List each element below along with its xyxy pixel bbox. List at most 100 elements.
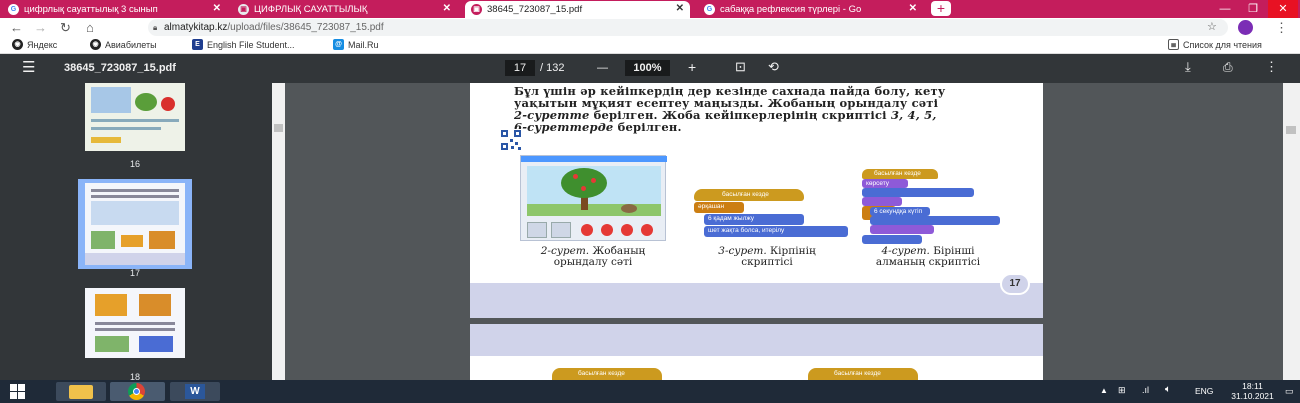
maximize-icon[interactable]: ❐ — [1238, 0, 1268, 18]
pdf-icon: ▣ — [238, 4, 249, 15]
bookmarks-bar: ◉ Яндекс ◉ Авиабилеты E English File Stu… — [0, 37, 1300, 54]
windows-start-icon[interactable] — [10, 384, 26, 399]
script-block: көрсету — [862, 179, 908, 188]
file-explorer-icon[interactable] — [56, 382, 106, 401]
menu-icon[interactable]: ☰ — [22, 58, 35, 76]
tab-pdf[interactable]: ▣ 38645_723087_15.pdf ✕ — [465, 1, 690, 18]
page-number-input[interactable]: 17 — [505, 60, 535, 76]
tab-bar: G цифрлық сауаттылық 3 сынып ✕ ▣ ЦИФРЛЫҚ… — [0, 0, 1300, 18]
google-icon: G — [8, 4, 19, 15]
script-block: басылған кезде — [694, 189, 804, 201]
avatar[interactable] — [1238, 20, 1253, 35]
zoom-out-button[interactable]: — — [597, 62, 608, 74]
page-number-badge: 17 — [1000, 273, 1030, 295]
bookmark-english-file[interactable]: E English File Student... — [192, 39, 295, 50]
forward-arrow-icon[interactable]: → — [34, 19, 47, 36]
star-icon[interactable]: ☆ — [1207, 19, 1217, 36]
hedgehog-script-figure: басылған кезде әрқашан 6 қадам жылжу шет… — [688, 189, 848, 237]
tab-search-2[interactable]: G сабаққа рефлексия түрлері - Go ✕ — [698, 1, 923, 18]
tab-title: 38645_723087_15.pdf — [487, 4, 583, 15]
reading-list[interactable]: ≣ Список для чтения — [1168, 39, 1262, 50]
main-scrollbar[interactable] — [1283, 83, 1300, 380]
script-block: әрқашан — [694, 202, 744, 213]
close-icon[interactable]: ✕ — [443, 3, 451, 14]
download-icon[interactable]: ⤓ — [1185, 59, 1191, 75]
fit-page-icon[interactable]: ⊡ — [735, 59, 746, 75]
block-label: басылған кезде — [578, 370, 625, 377]
main-scrollbar-thumb[interactable] — [1286, 126, 1296, 134]
script-block: 6 секундқа күтіп — [870, 207, 930, 216]
bookmark-yandex[interactable]: ◉ Яндекс — [12, 39, 57, 50]
close-icon[interactable]: ✕ — [676, 3, 684, 14]
script-block: басылған кезде — [862, 169, 938, 179]
figure-4-caption: 4-сурет. Бірінші алманың скриптісі — [848, 246, 1008, 268]
block-label: 6 секундқа күтіп — [874, 208, 923, 215]
page-total: / 132 — [540, 62, 565, 74]
text-fragment: 3, 4, 5, — [890, 108, 937, 122]
reading-list-icon: ≣ — [1168, 39, 1179, 50]
print-icon[interactable]: ⎙ — [1223, 60, 1233, 75]
thumbnail-page-16[interactable] — [85, 83, 185, 151]
mail-icon: @ — [333, 39, 344, 50]
block-label: көрсету — [866, 180, 890, 187]
new-tab-button[interactable]: + — [931, 1, 951, 16]
globe-icon: ◉ — [12, 39, 23, 50]
address-bar[interactable]: 🔒︎ almatykitap.kz/upload/files/38645_723… — [148, 19, 1228, 36]
lock-icon: 🔒︎ — [153, 23, 158, 32]
bookmark-label: English File Student... — [207, 39, 295, 50]
notifications-icon[interactable]: ▭ — [1285, 386, 1294, 397]
apple-script-figure: басылған кезде көрсету 6 секундқа күтіп — [860, 169, 1000, 244]
language-indicator[interactable]: ENG — [1195, 386, 1213, 396]
script-block: 6 қадам жылжу — [704, 214, 804, 225]
script-block — [870, 216, 1000, 225]
signal-icon[interactable]: .ıl — [1142, 385, 1149, 395]
figure-2-caption: 2-сурет. Жобаның орындалу сәті — [520, 246, 666, 268]
volume-icon[interactable]: 🔈︎ — [1165, 384, 1171, 395]
word-icon[interactable]: W — [170, 382, 220, 401]
tab-search-1[interactable]: G цифрлық сауаттылық 3 сынып ✕ — [2, 1, 227, 18]
text-fragment: берілген. — [613, 120, 682, 134]
close-icon[interactable]: ✕ — [909, 3, 917, 14]
bookmark-label: Авиабилеты — [105, 39, 157, 50]
network-icon[interactable]: ⊞ — [1118, 385, 1126, 396]
tab-title: цифрлық сауаттылық 3 сынып — [24, 4, 158, 15]
home-icon[interactable]: ⌂ — [86, 19, 94, 36]
block-label: әрқашан — [698, 203, 725, 210]
google-icon: G — [704, 4, 715, 15]
back-arrow-icon[interactable]: ← — [10, 19, 23, 36]
bookmark-mailru[interactable]: @ Mail.Ru — [333, 39, 379, 50]
rotate-icon[interactable]: ⟲ — [768, 59, 779, 75]
zoom-in-button[interactable]: + — [688, 59, 696, 75]
bookmark-label: Mail.Ru — [348, 39, 379, 50]
english-file-icon: E — [192, 39, 203, 50]
thumbnail-page-17[interactable] — [85, 183, 185, 265]
block-label: басылған кезде — [722, 191, 769, 198]
tab-digital-literacy[interactable]: ▣ ЦИФРЛЫҚ САУАТТЫЛЫҚ ✕ — [232, 1, 457, 18]
tray-expand-icon[interactable]: ▲ — [1100, 386, 1108, 395]
tab-title: ЦИФРЛЫҚ САУАТТЫЛЫҚ — [254, 4, 368, 15]
script-block: шет жақта болса, итерілу — [704, 226, 848, 237]
thumbnail-label: 16 — [129, 159, 140, 169]
reload-icon[interactable]: ↻ — [60, 19, 71, 36]
block-label: басылған кезде — [834, 370, 881, 377]
pdf-icon: ▣ — [471, 4, 482, 15]
bookmark-label: Яндекс — [27, 39, 58, 50]
windows-taskbar: W ▲ ⊞ .ıl 🔈︎ ENG 18:11 31.10.2021 ▭ — [0, 380, 1300, 403]
more-options-icon[interactable]: ⋮ — [1265, 59, 1278, 75]
bookmark-aviabilety[interactable]: ◉ Авиабилеты — [90, 39, 157, 50]
thumbnail-page-18[interactable] — [85, 288, 185, 358]
scratch-stage-figure — [520, 155, 667, 241]
zoom-level-input[interactable]: 100% — [625, 60, 670, 76]
minimize-icon[interactable]: — — [1210, 0, 1240, 18]
chrome-icon[interactable] — [110, 382, 165, 401]
page-header-band — [470, 324, 1043, 356]
script-block — [862, 197, 902, 206]
globe-icon: ◉ — [90, 39, 101, 50]
close-icon[interactable]: ✕ — [213, 3, 221, 14]
sidebar-scrollbar-thumb[interactable] — [274, 124, 283, 132]
close-window-icon[interactable]: ✕ — [1268, 0, 1298, 18]
clock[interactable]: 18:11 31.10.2021 — [1230, 381, 1275, 401]
url-path: /upload/files/38645_723087_15.pdf — [227, 22, 384, 33]
caption-line: скриптісі — [741, 256, 793, 268]
more-menu-icon[interactable]: ⋮ — [1275, 19, 1288, 36]
